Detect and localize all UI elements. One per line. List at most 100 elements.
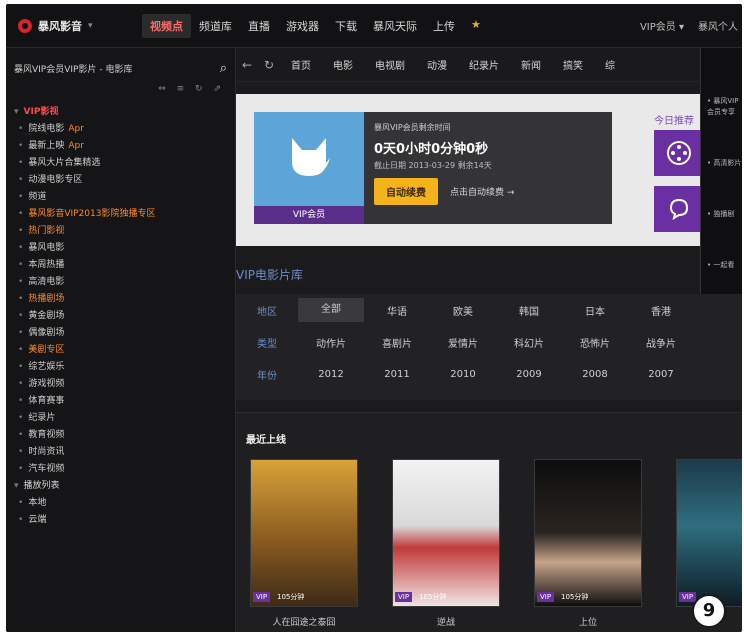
vip-banner-area: VIP会员 暴风VIP会员剩余时间 0天0小时0分钟0秒 截止日期 2013-0… — [236, 94, 742, 246]
category-link[interactable]: 搞笑 — [552, 57, 594, 72]
movie-poster[interactable]: VIP — [676, 459, 742, 607]
popup-item[interactable]: • 独播剧 — [707, 209, 742, 220]
sidebar-item[interactable]: • 动漫电影专区 — [6, 172, 235, 189]
nav-tab[interactable]: 上传 — [425, 14, 463, 38]
sidebar-item[interactable]: • 黄金剧场 — [6, 308, 235, 325]
sidebar-item[interactable]: • 美剧专区 — [6, 342, 235, 359]
filter-option[interactable]: 2009 — [496, 369, 562, 380]
filter-option[interactable]: 2012 — [298, 369, 364, 380]
nav-tab[interactable]: 直播 — [240, 14, 278, 38]
category-link[interactable]: 电视剧 — [364, 57, 416, 72]
star-icon[interactable]: ★ — [463, 14, 489, 38]
sidebar-item[interactable]: • 体育赛事 — [6, 393, 235, 410]
filter-option[interactable]: 2008 — [562, 369, 628, 380]
filter-row-region: 地区 全部 华语 欧美 韩国 日本 香港 — [236, 294, 742, 326]
filter-option[interactable]: 恐怖片 — [562, 335, 628, 350]
filter-option[interactable]: 动作片 — [298, 335, 364, 350]
movie-title[interactable]: 上位 — [534, 615, 642, 628]
filter-option[interactable]: 2011 — [364, 369, 430, 380]
sidebar-item-label: 体育赛事 — [28, 396, 65, 406]
sidebar-item[interactable]: ▾ VIP影视 — [6, 104, 235, 121]
sidebar-item-label: VIP影视 — [23, 107, 59, 117]
popup-item[interactable]: • 一起看 — [707, 260, 742, 271]
bullet-icon: • — [18, 396, 24, 406]
filter-option[interactable]: 韩国 — [496, 303, 562, 318]
category-link[interactable]: 电影 — [322, 57, 364, 72]
sidebar-item-label: 美剧专区 — [28, 345, 65, 355]
promo-tile-game[interactable] — [654, 130, 704, 176]
sidebar-item[interactable]: • 频道 — [6, 189, 235, 206]
filter-option[interactable]: 香港 — [628, 303, 694, 318]
auto-renew-button[interactable]: 自动续费 — [374, 178, 438, 205]
filter-option[interactable]: 欧美 — [430, 303, 496, 318]
sidebar-item[interactable]: • 暴风电影 — [6, 240, 235, 257]
sidebar-item[interactable]: • 高清电影 — [6, 274, 235, 291]
sidebar-item[interactable]: • 暴风影音VIP2013影院独播专区 — [6, 206, 235, 223]
popup-item[interactable]: • 暴风VIP会员专享 — [707, 96, 742, 118]
filter-option[interactable]: 华语 — [364, 303, 430, 318]
movie-poster[interactable]: VIP 105分钟 — [392, 459, 500, 607]
bullet-icon: ▾ — [14, 481, 19, 491]
bullet-icon: • — [18, 345, 24, 355]
nav-tab[interactable]: 视频点 — [142, 14, 191, 38]
filter-option[interactable]: 科幻片 — [496, 335, 562, 350]
movie-duration: 105分钟 — [277, 593, 305, 601]
sidebar-item[interactable]: • 最新上映 Apr — [6, 138, 235, 155]
sidebar-item[interactable]: • 云端 — [6, 512, 235, 529]
sidebar-item[interactable]: • 汽车视频 — [6, 461, 235, 478]
sidebar-item[interactable]: • 教育视频 — [6, 427, 235, 444]
movie-title[interactable]: 逆战 — [392, 615, 500, 628]
filter-label: 年份 — [257, 370, 277, 382]
sidebar-item[interactable]: • 热门影视 — [6, 223, 235, 240]
category-link[interactable]: 动漫 — [416, 57, 458, 72]
filter-option[interactable]: 爱情片 — [430, 335, 496, 350]
bullet-icon: • — [18, 379, 24, 389]
sidebar-item[interactable]: • 偶像剧场 — [6, 325, 235, 342]
nav-tab[interactable]: 频道库 — [191, 14, 240, 38]
sidebar-item[interactable]: • 时尚资讯 — [6, 444, 235, 461]
right-popup-panel[interactable]: • 暴风VIP会员专享 • 高清影片 • 独播剧 • 一起看 — [700, 48, 742, 330]
nav-tab[interactable]: 游戏器 — [278, 14, 327, 38]
category-link[interactable]: 首页 — [280, 57, 322, 72]
promo-title: 今日推荐 — [654, 116, 694, 127]
filter-option[interactable]: 2007 — [628, 369, 694, 380]
refresh-icon[interactable]: ↻ — [258, 58, 280, 72]
sidebar-item[interactable]: • 暴风大片合集精选 — [6, 155, 235, 172]
sidebar-item[interactable]: ▾ 播放列表 — [6, 478, 235, 495]
nav-tab[interactable]: 暴风天际 — [365, 14, 425, 38]
user-menu[interactable]: 暴风个人 — [698, 18, 738, 33]
sidebar-tools[interactable]: ⇔ ≡ ↻ ⇗ — [6, 84, 235, 100]
filter-option[interactable]: 全部 — [298, 298, 364, 322]
sidebar-item[interactable]: • 纪录片 — [6, 410, 235, 427]
filter-option[interactable]: 2010 — [430, 369, 496, 380]
movie-poster[interactable]: VIP 105分钟 — [534, 459, 642, 607]
movie-title[interactable]: 人在囧途之泰囧 — [250, 615, 358, 628]
sidebar-item[interactable]: • 综艺娱乐 — [6, 359, 235, 376]
promo-tile-chat[interactable] — [654, 186, 704, 232]
movie-poster[interactable]: VIP 105分钟 — [250, 459, 358, 607]
sidebar-search[interactable]: 暴风VIP会员VIP影片 - 电影库 ⌕ — [14, 56, 227, 80]
sidebar-item[interactable]: • 本地 — [6, 495, 235, 512]
sidebar-item[interactable]: • 热播剧场 — [6, 291, 235, 308]
category-link[interactable]: 纪录片 — [458, 57, 510, 72]
vip-menu[interactable]: VIP会员 ▾ — [640, 18, 684, 33]
bullet-icon: • — [18, 209, 24, 219]
search-icon[interactable]: ⌕ — [220, 61, 227, 76]
filter-option[interactable]: 喜剧片 — [364, 335, 430, 350]
category-link[interactable]: 新闻 — [510, 57, 552, 72]
popup-item[interactable]: • 高清影片 — [707, 158, 742, 169]
app-logo[interactable]: 暴风影音 ▾ — [18, 18, 93, 34]
sidebar-item[interactable]: • 院线电影 Apr — [6, 121, 235, 138]
sidebar-item-label: 综艺娱乐 — [28, 362, 65, 372]
bullet-icon: • — [18, 158, 24, 168]
sidebar-item[interactable]: • 本周热播 — [6, 257, 235, 274]
sidebar-item[interactable]: • 游戏视频 — [6, 376, 235, 393]
search-input[interactable]: 暴风VIP会员VIP影片 - 电影库 — [14, 62, 132, 75]
nav-tab[interactable]: 下载 — [327, 14, 365, 38]
filter-option[interactable]: 日本 — [562, 303, 628, 318]
category-link[interactable]: 综 — [594, 57, 626, 72]
back-icon[interactable]: ← — [236, 58, 258, 72]
renew-link[interactable]: 点击自动续费 → — [450, 185, 514, 198]
sidebar-item-label: 暴风电影 — [28, 243, 65, 253]
filter-option[interactable]: 战争片 — [628, 335, 694, 350]
